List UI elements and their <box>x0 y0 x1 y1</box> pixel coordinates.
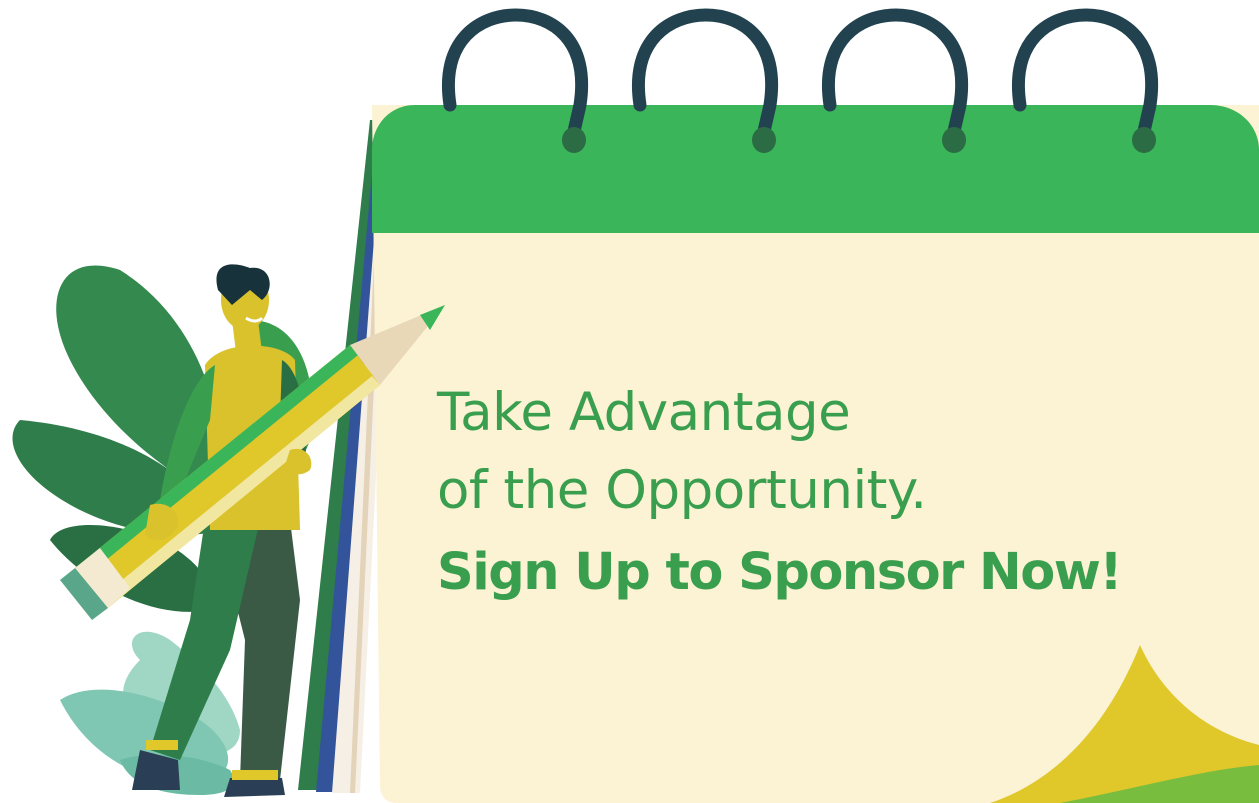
headline-line-2: of the Opportunity. <box>437 460 927 521</box>
cta-text: Sign Up to Sponsor Now! <box>437 543 1123 602</box>
headline: Take Advantage of the Opportunity. Sign … <box>437 374 1237 616</box>
headline-line-1: Take Advantage <box>437 382 851 443</box>
